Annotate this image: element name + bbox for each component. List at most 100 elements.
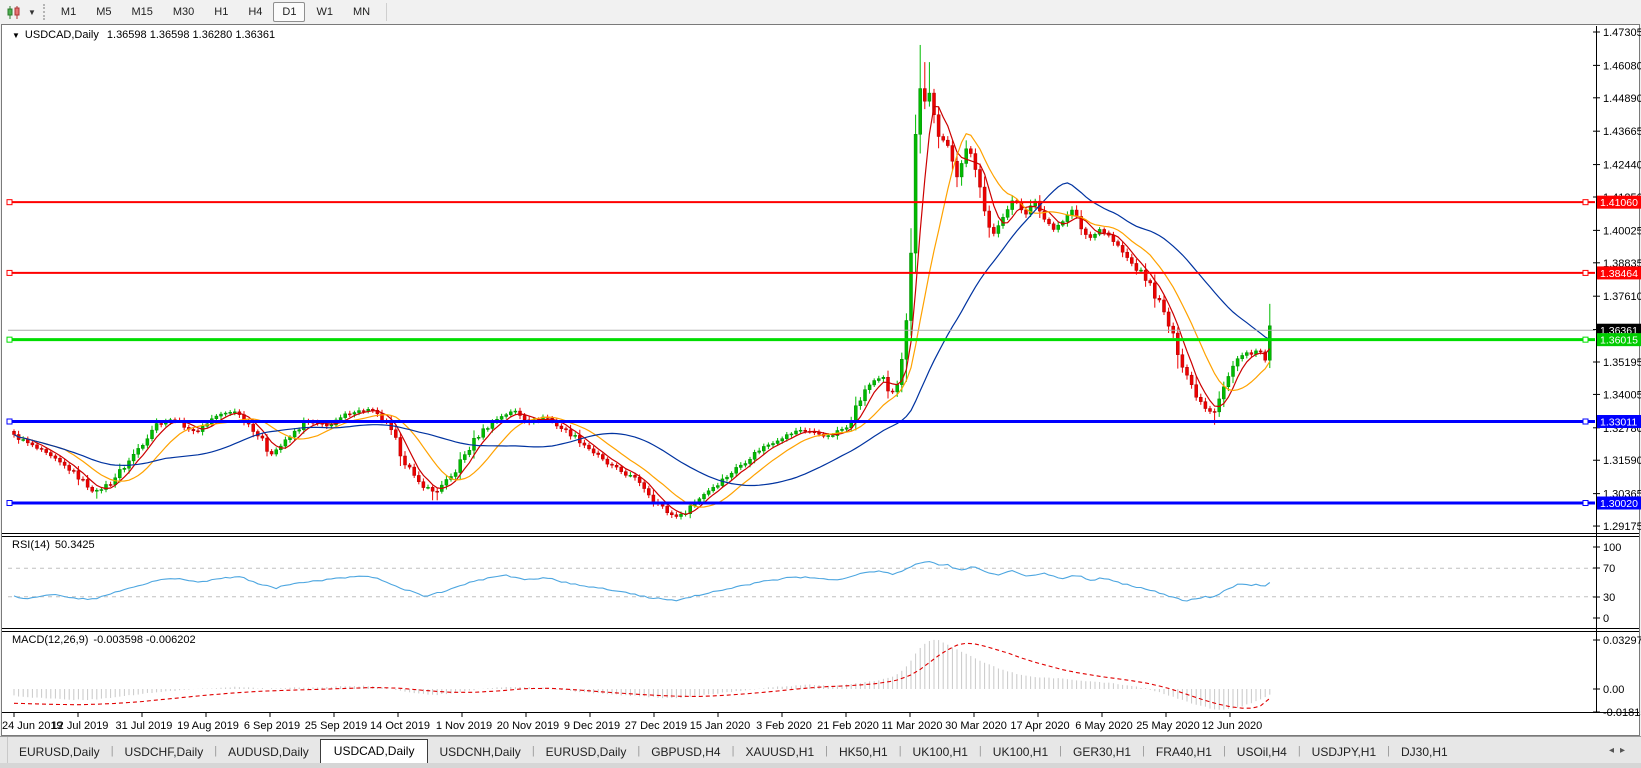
date-tick-label: 30 Mar 2020 xyxy=(945,720,1007,732)
svg-text:1.38464: 1.38464 xyxy=(1600,268,1638,280)
svg-text:1.41060: 1.41060 xyxy=(1600,197,1638,209)
collapse-triangle-icon[interactable]: ▼ xyxy=(12,31,20,40)
hline-handle-left[interactable] xyxy=(6,269,13,276)
hline-handle-left[interactable] xyxy=(6,336,13,343)
price-tick-label: 1.46080 xyxy=(1603,60,1641,72)
macd-indicator-label: MACD(12,26,9) -0.003598 -0.006202 xyxy=(12,634,196,646)
timeframe-button-w1[interactable]: W1 xyxy=(307,2,342,22)
price-tick-label: 1.35195 xyxy=(1603,357,1641,369)
date-tick-label: 19 Aug 2019 xyxy=(177,720,239,732)
price-tag-1.33011: 1.33011 xyxy=(1597,415,1641,429)
chart-symbol-label: USDCAD,Daily xyxy=(24,29,99,41)
hline-handle-right[interactable] xyxy=(1582,336,1589,343)
toolbar-separator xyxy=(386,3,388,21)
toolbar-grip[interactable] xyxy=(42,4,45,20)
date-tick-label: 14 Oct 2019 xyxy=(370,720,430,732)
chart-ohlc-values: 1.36598 1.36598 1.36280 1.36361 xyxy=(106,29,276,41)
chart-tab-gbpusd-h4[interactable]: GBPUSD,H4 xyxy=(640,741,731,764)
timeframe-button-d1[interactable]: D1 xyxy=(273,2,306,22)
chart-tab-fra40-h1[interactable]: FRA40,H1 xyxy=(1145,741,1223,764)
svg-text:1.30020: 1.30020 xyxy=(1600,498,1638,510)
timeframe-button-mn[interactable]: MN xyxy=(344,2,379,22)
price-tag-1.41060: 1.41060 xyxy=(1597,195,1641,209)
date-tick-label: 12 Jun 2020 xyxy=(1202,720,1263,732)
date-tick-label: 20 Nov 2019 xyxy=(497,720,559,732)
price-tick-label: 1.31590 xyxy=(1603,455,1641,467)
hline-handle-right[interactable] xyxy=(1582,269,1589,276)
timeframe-button-m15[interactable]: M15 xyxy=(122,2,161,22)
date-tick-label: 25 May 2020 xyxy=(1136,720,1200,732)
chart-tab-ger30-h1[interactable]: GER30,H1 xyxy=(1062,741,1142,764)
chart-tab-uk100-h1[interactable]: UK100,H1 xyxy=(982,741,1059,764)
chart-tab-usdcad-daily[interactable]: USDCAD,Daily xyxy=(319,739,429,764)
hline-handle-left[interactable] xyxy=(6,199,13,206)
date-tick-label: 9 Dec 2019 xyxy=(564,720,620,732)
price-tick-label: 1.29175 xyxy=(1603,521,1641,533)
hline-handle-right[interactable] xyxy=(1582,418,1589,425)
price-tick-label: 1.47305 xyxy=(1603,27,1641,39)
date-tick-label: 31 Jul 2019 xyxy=(116,720,173,732)
date-tick-label: 21 Feb 2020 xyxy=(817,720,879,732)
rsi-value: 50.3425 xyxy=(54,539,95,551)
top-toolbar: ▼ M1 M5 M15 M30 H1 H4 D1 W1 MN xyxy=(0,0,1641,25)
macd-tick-label: 0.00 xyxy=(1603,684,1624,696)
hline-handle-left[interactable] xyxy=(6,418,13,425)
rsi-tick-label: 100 xyxy=(1603,542,1621,554)
macd-tick-label: 0.032972 xyxy=(1603,635,1641,647)
chart-tab-dj30-h1[interactable]: DJ30,H1 xyxy=(1390,741,1459,764)
date-tick-label: 27 Dec 2019 xyxy=(625,720,687,732)
rsi-tick-label: 70 xyxy=(1603,563,1615,575)
chart-tab-usoil-h4[interactable]: USOil,H4 xyxy=(1226,741,1298,764)
tab-scroll-arrows[interactable]: ◂▸ xyxy=(1609,745,1631,756)
price-tag-1.36015: 1.36015 xyxy=(1597,333,1641,347)
date-tick-label: 25 Sep 2019 xyxy=(305,720,367,732)
timeframe-button-group: M1 M5 M15 M30 H1 H4 D1 W1 MN xyxy=(51,2,380,22)
date-tick-label: 6 Sep 2019 xyxy=(244,720,300,732)
chart-tab-eurusd-daily[interactable]: EURUSD,Daily xyxy=(8,741,111,764)
hline-handle-right[interactable] xyxy=(1582,199,1589,206)
tab-scroll-right-icon[interactable]: ▸ xyxy=(1620,745,1631,756)
tabbar-stub xyxy=(0,737,8,764)
timeframe-button-h1[interactable]: H1 xyxy=(205,2,237,22)
chart-tab-audusd-daily[interactable]: AUDUSD,Daily xyxy=(217,741,320,764)
tab-scroll-left-icon[interactable]: ◂ xyxy=(1609,745,1620,756)
rsi-tick-label: 0 xyxy=(1603,613,1609,625)
chart-tab-usdchf-daily[interactable]: USDCHF,Daily xyxy=(114,741,215,764)
chart-canvas[interactable]: 1.473051.460801.448901.436651.424401.412… xyxy=(0,24,1641,736)
chevron-down-icon[interactable]: ▼ xyxy=(28,8,36,17)
chart-tab-eurusd-daily[interactable]: EURUSD,Daily xyxy=(535,741,638,764)
rsi-label: RSI(14) xyxy=(12,539,50,551)
svg-text:1.36015: 1.36015 xyxy=(1600,335,1638,347)
chart-tab-bar: EURUSD,Daily | USDCHF,Daily | AUDUSD,Daily US… xyxy=(0,736,1641,764)
chart-tab-uk100-h1[interactable]: UK100,H1 xyxy=(902,741,979,764)
price-tick-label: 1.34005 xyxy=(1603,389,1641,401)
timeframe-button-m1[interactable]: M1 xyxy=(52,2,85,22)
hline-handle-right[interactable] xyxy=(1582,500,1589,507)
timeframe-button-m5[interactable]: M5 xyxy=(87,2,120,22)
chart-tab-xauusd-h1[interactable]: XAUUSD,H1 xyxy=(734,741,825,764)
date-tick-label: 17 Apr 2020 xyxy=(1010,720,1069,732)
chart-tab-usdcnh-daily[interactable]: USDCNH,Daily xyxy=(428,741,531,764)
price-tick-label: 1.37610 xyxy=(1603,291,1641,303)
macd-label: MACD(12,26,9) xyxy=(12,634,89,646)
candlestick-chart-icon[interactable] xyxy=(3,4,25,21)
price-tick-label: 1.40025 xyxy=(1603,225,1641,237)
chart-tab-hk50-h1[interactable]: HK50,H1 xyxy=(828,741,899,764)
price-tag-1.38464: 1.38464 xyxy=(1597,266,1641,280)
date-tick-label: 12 Jul 2019 xyxy=(52,720,109,732)
date-tick-label: 6 May 2020 xyxy=(1075,720,1132,732)
hline-handle-left[interactable] xyxy=(6,500,13,507)
price-tick-label: 1.42440 xyxy=(1603,160,1641,172)
chart-tab-usdjpy-h1[interactable]: USDJPY,H1 xyxy=(1301,741,1387,764)
date-tick-label: 15 Jan 2020 xyxy=(690,720,751,732)
date-tick-label: 3 Feb 2020 xyxy=(756,720,812,732)
timeframe-button-h4[interactable]: H4 xyxy=(239,2,271,22)
svg-text:1.33011: 1.33011 xyxy=(1600,417,1637,429)
status-strip xyxy=(0,763,1641,768)
timeframe-button-m30[interactable]: M30 xyxy=(164,2,203,22)
date-tick-label: 1 Nov 2019 xyxy=(436,720,492,732)
rsi-indicator-label: RSI(14) 50.3425 xyxy=(12,539,95,551)
price-tick-label: 1.44890 xyxy=(1603,93,1641,105)
rsi-tick-label: 30 xyxy=(1603,592,1615,604)
date-tick-label: 11 Mar 2020 xyxy=(882,720,943,732)
